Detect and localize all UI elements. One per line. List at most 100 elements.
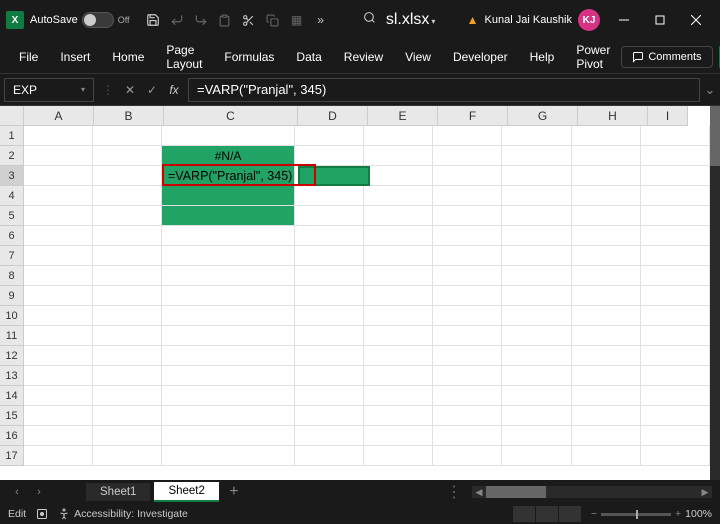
copy-icon[interactable] — [262, 9, 284, 31]
warning-icon[interactable]: ▲ — [467, 13, 479, 27]
col-header[interactable]: G — [508, 106, 578, 126]
horizontal-scrollbar[interactable]: ◀ ▶ — [472, 486, 712, 498]
sheet-tab-sheet1[interactable]: Sheet1 — [86, 483, 150, 501]
tab-formulas[interactable]: Formulas — [213, 44, 285, 70]
row-header[interactable]: 9 — [0, 286, 24, 306]
autosave-state: Off — [118, 15, 130, 25]
cell-c3-formula-display: =VARP("Pranjal", 345) — [164, 166, 296, 186]
tab-developer[interactable]: Developer — [442, 44, 519, 70]
tab-power-pivot[interactable]: Power Pivot — [565, 37, 621, 77]
filename-label[interactable]: sl.xlsx▾ — [386, 11, 436, 29]
sheet-nav-next-icon[interactable]: › — [30, 483, 48, 501]
scroll-right-icon[interactable]: ▶ — [698, 487, 712, 498]
row-header[interactable]: 4 — [0, 186, 24, 206]
zoom-slider[interactable] — [601, 513, 671, 516]
search-icon[interactable] — [363, 11, 376, 29]
name-box[interactable]: EXP ▾ — [4, 78, 94, 102]
redo-icon[interactable] — [190, 9, 212, 31]
row-header[interactable]: 1 — [0, 126, 24, 146]
col-header[interactable]: E — [368, 106, 438, 126]
undo-icon[interactable] — [166, 9, 188, 31]
scroll-thumb[interactable] — [710, 106, 720, 166]
row-header[interactable]: 5 — [0, 206, 24, 226]
divider: ⋮ — [98, 80, 118, 100]
comment-icon — [632, 51, 644, 63]
save-icon[interactable] — [142, 9, 164, 31]
row-header[interactable]: 13 — [0, 366, 24, 386]
name-box-value: EXP — [13, 83, 37, 97]
excel-logo: X — [6, 11, 24, 29]
macro-record-icon[interactable] — [36, 508, 48, 520]
expand-formula-bar-icon[interactable]: ⌄ — [700, 82, 720, 98]
row-header[interactable]: 8 — [0, 266, 24, 286]
sheet-tab-sheet2[interactable]: Sheet2 — [154, 482, 218, 502]
close-button[interactable] — [678, 5, 714, 35]
col-header[interactable]: C — [164, 106, 298, 126]
row-header[interactable]: 15 — [0, 406, 24, 426]
row-header[interactable]: 17 — [0, 446, 24, 466]
scroll-left-icon[interactable]: ◀ — [472, 487, 486, 498]
tab-review[interactable]: Review — [333, 44, 394, 70]
row-header[interactable]: 14 — [0, 386, 24, 406]
accessibility-icon — [58, 508, 70, 520]
comments-label: Comments — [648, 51, 701, 63]
cell-c4[interactable] — [162, 186, 294, 206]
accessibility-label: Accessibility: Investigate — [74, 508, 188, 520]
row-header[interactable]: 2 — [0, 146, 24, 166]
zoom-out-button[interactable]: − — [591, 508, 597, 520]
status-mode: Edit — [8, 508, 26, 520]
spreadsheet-grid[interactable]: A B C D E F G H I 1 2 3 4 5 6 7 8 9 10 1… — [0, 106, 710, 480]
tab-file[interactable]: File — [8, 44, 49, 70]
cancel-formula-icon[interactable]: ✕ — [120, 80, 140, 100]
tab-view[interactable]: View — [394, 44, 442, 70]
col-header[interactable]: D — [298, 106, 368, 126]
col-header[interactable]: I — [648, 106, 688, 126]
qat-overflow-icon[interactable]: » — [310, 9, 332, 31]
row-header[interactable]: 12 — [0, 346, 24, 366]
cell-c2[interactable]: #N/A — [162, 146, 294, 166]
scroll-thumb[interactable] — [486, 486, 546, 498]
chevron-down-icon: ▾ — [431, 17, 435, 26]
row-header[interactable]: 7 — [0, 246, 24, 266]
zoom-level[interactable]: 100% — [685, 508, 712, 520]
add-sheet-button[interactable]: + — [223, 483, 245, 501]
maximize-button[interactable] — [642, 5, 678, 35]
autosave-toggle[interactable]: AutoSave Off — [30, 12, 130, 28]
chevron-down-icon[interactable]: ▾ — [81, 85, 85, 94]
sheet-nav-prev-icon[interactable]: ‹ — [8, 483, 26, 501]
row-header[interactable]: 6 — [0, 226, 24, 246]
row-header[interactable]: 3 — [0, 166, 24, 186]
view-normal-button[interactable] — [513, 506, 535, 522]
row-header[interactable]: 10 — [0, 306, 24, 326]
tab-data[interactable]: Data — [285, 44, 332, 70]
tab-home[interactable]: Home — [101, 44, 155, 70]
user-avatar[interactable]: KJ — [578, 9, 600, 31]
vertical-scrollbar[interactable] — [710, 106, 720, 480]
tab-help[interactable]: Help — [519, 44, 566, 70]
formula-input[interactable]: =VARP("Pranjal", 345) — [188, 78, 700, 102]
row-header[interactable]: 11 — [0, 326, 24, 346]
user-name-label: Kunal Jai Kaushik — [485, 14, 572, 26]
comments-button[interactable]: Comments — [621, 46, 712, 68]
view-page-break-button[interactable] — [559, 506, 581, 522]
tab-insert[interactable]: Insert — [49, 44, 101, 70]
cell-c5[interactable] — [162, 206, 294, 226]
accessibility-status[interactable]: Accessibility: Investigate — [58, 508, 188, 520]
clipboard-icon[interactable] — [214, 9, 236, 31]
tab-page-layout[interactable]: Page Layout — [155, 37, 213, 77]
fx-icon[interactable]: fx — [164, 80, 184, 100]
enter-formula-icon[interactable]: ✓ — [142, 80, 162, 100]
col-header[interactable]: F — [438, 106, 508, 126]
minimize-button[interactable] — [606, 5, 642, 35]
col-header[interactable]: A — [24, 106, 94, 126]
select-all-corner[interactable] — [0, 106, 24, 126]
sheetbar-separator-icon[interactable]: ⋮ — [446, 482, 462, 502]
col-header[interactable]: B — [94, 106, 164, 126]
col-header[interactable]: H — [578, 106, 648, 126]
view-page-layout-button[interactable] — [536, 506, 558, 522]
row-header[interactable]: 16 — [0, 426, 24, 446]
toggle-switch[interactable] — [82, 12, 114, 28]
paste-icon[interactable]: ▦ — [286, 9, 308, 31]
cut-icon[interactable] — [238, 9, 260, 31]
zoom-in-button[interactable]: + — [675, 508, 681, 520]
